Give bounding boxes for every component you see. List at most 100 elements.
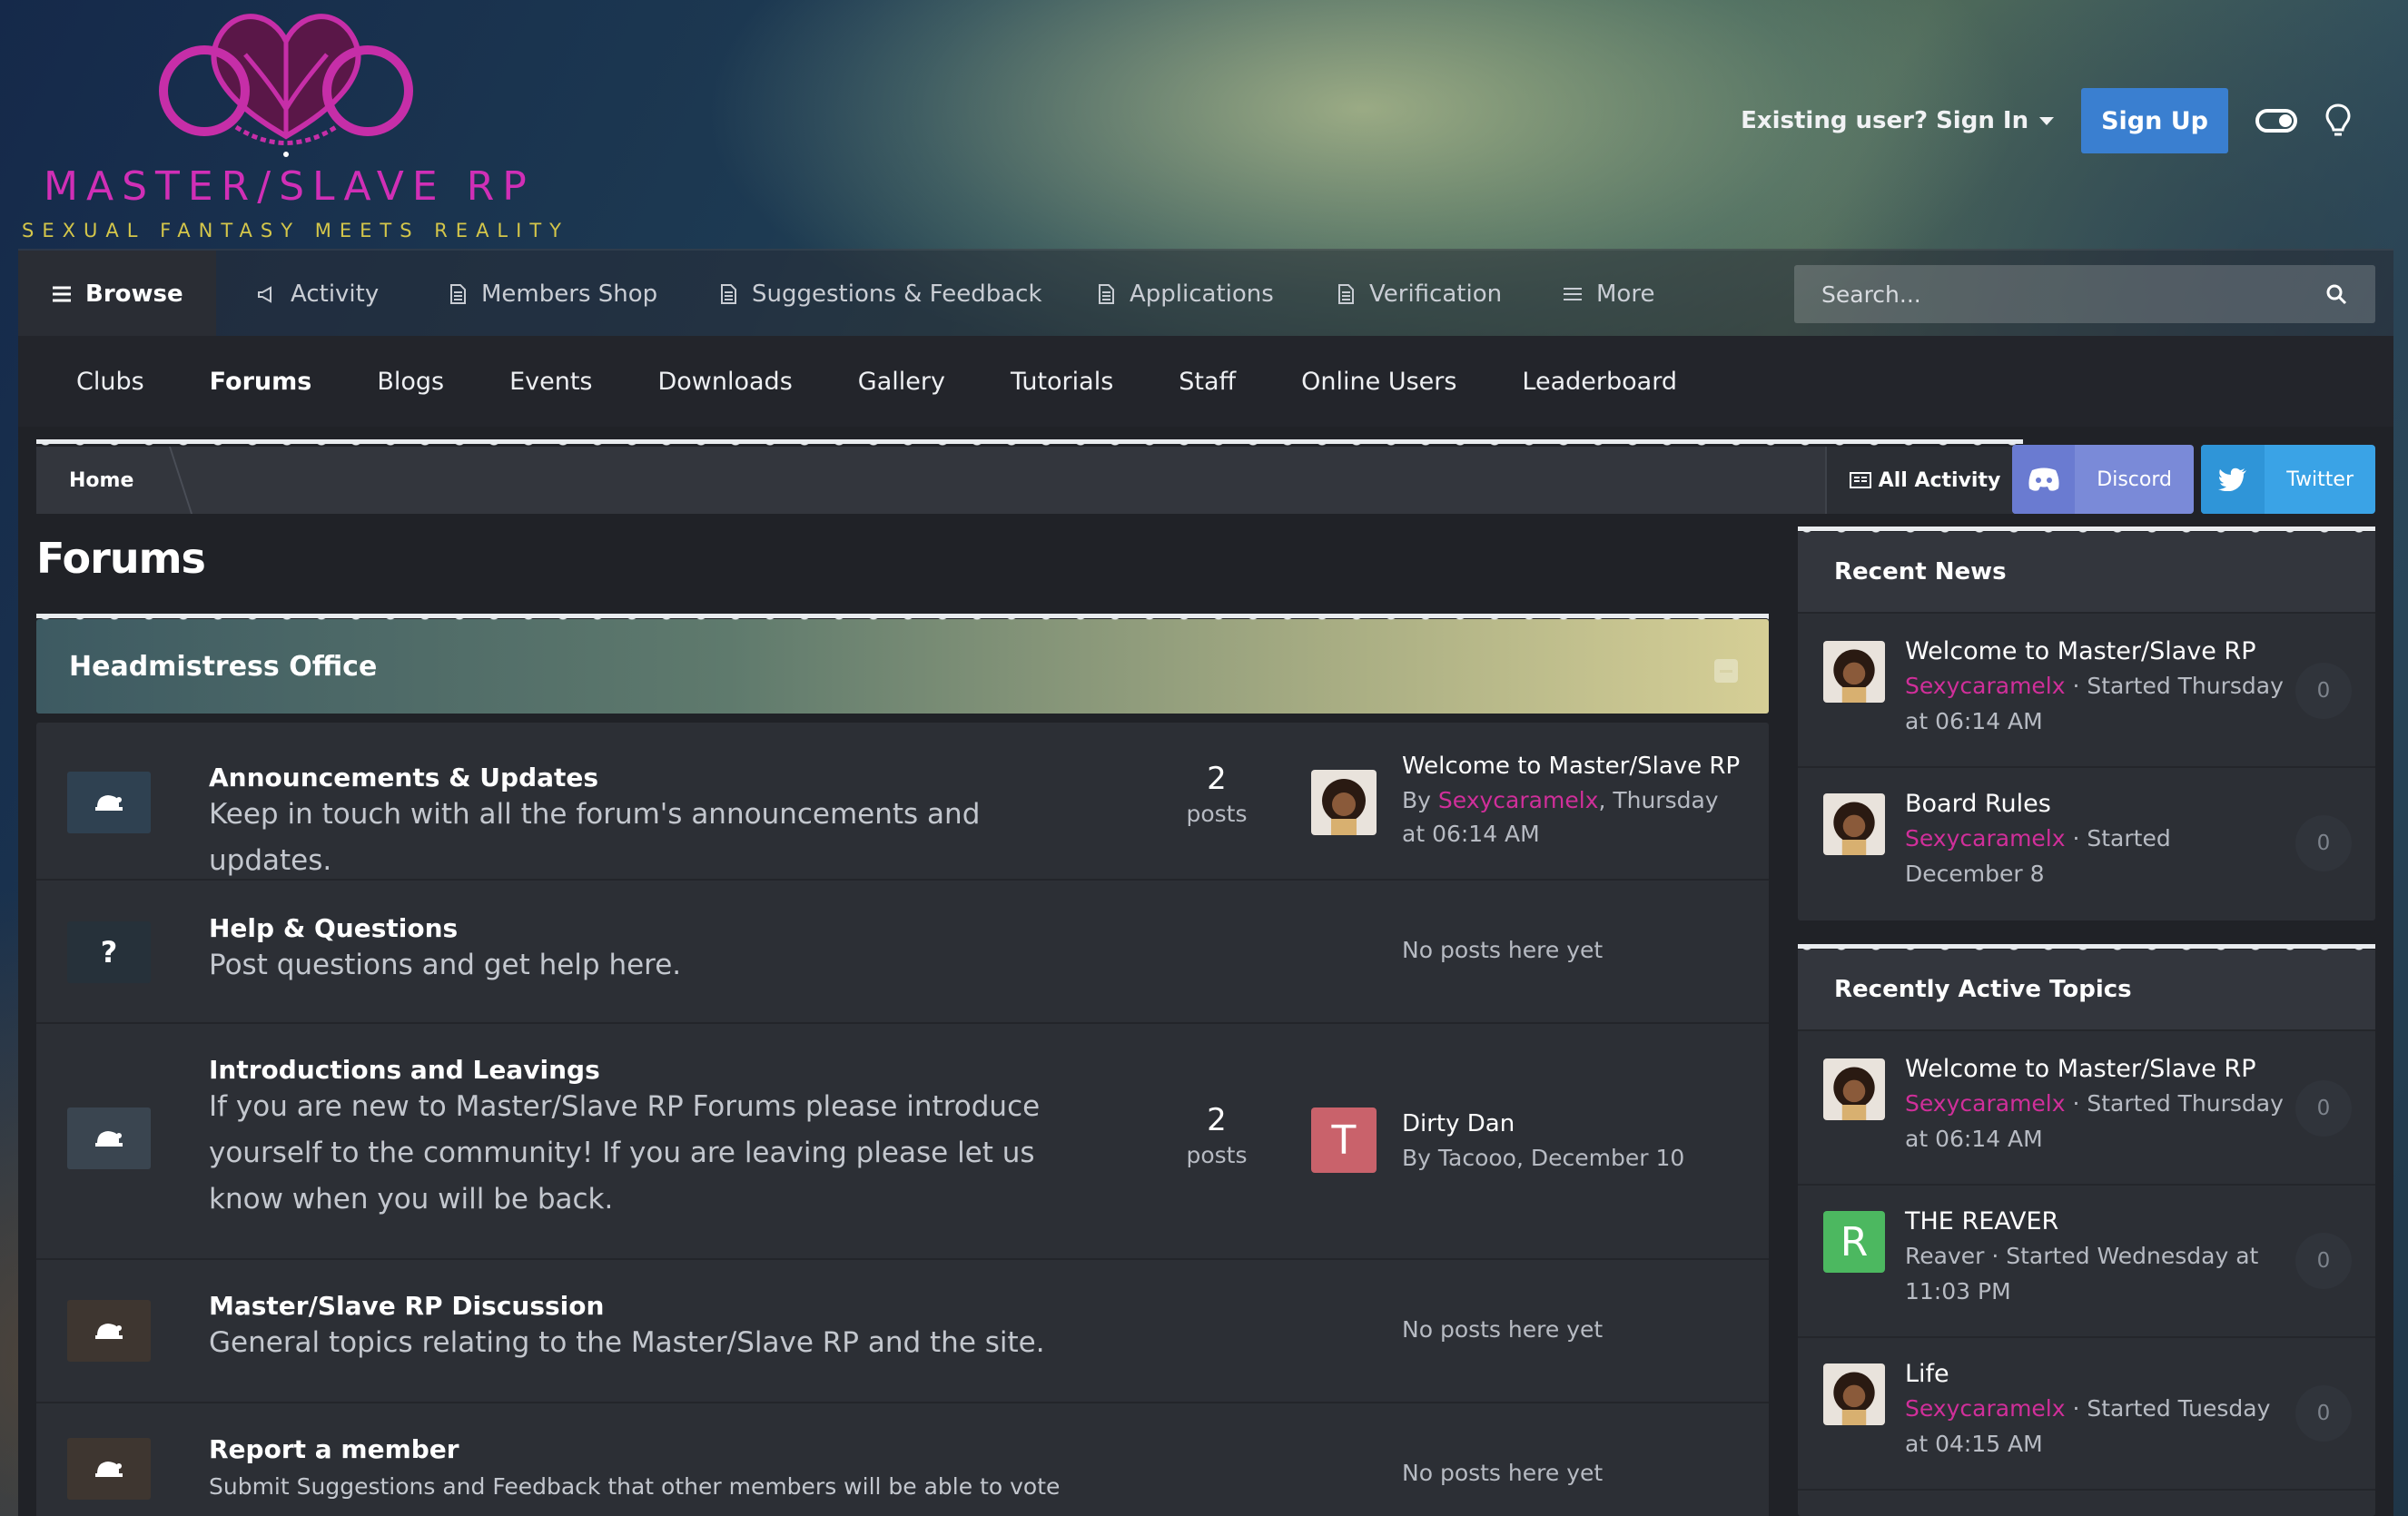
theme-toggle-icon[interactable]	[2255, 109, 2297, 133]
forum-row-discussion[interactable]: Master/Slave RP Discussion General topic…	[36, 1260, 1769, 1403]
avatar[interactable]: T	[1311, 1107, 1377, 1173]
discord-label: Discord	[2097, 468, 2172, 491]
page-title: Forums	[36, 534, 206, 583]
topic-meta: Sexycaramelx · Started December 8	[1905, 821, 2177, 891]
document-icon	[1338, 284, 1354, 304]
topic-title[interactable]: Board Rules	[1905, 790, 2051, 818]
topic-author[interactable]: Sexycaramelx	[1905, 825, 2066, 852]
forum-title[interactable]: Report a member	[209, 1434, 459, 1464]
last-post-title[interactable]: Welcome to Master/Slave RP	[1402, 750, 1747, 783]
last-post-by: By	[1402, 787, 1431, 813]
forum-title[interactable]: Introductions and Leavings	[209, 1055, 600, 1085]
topic-author[interactable]: Sexycaramelx	[1905, 1090, 2066, 1117]
last-post-by: By Tacooo, December 10	[1402, 1145, 1685, 1171]
topic-author[interactable]: Sexycaramelx	[1905, 673, 2066, 699]
subnav-online-users[interactable]: Online Users	[1268, 368, 1489, 396]
menu-icon	[53, 286, 71, 302]
search-icon[interactable]	[2324, 282, 2348, 306]
forum-title[interactable]: Help & Questions	[209, 913, 458, 943]
list-item[interactable]: Board Rules Sexycaramelx · Started Decem…	[1798, 768, 2375, 920]
activity-feed-icon	[1849, 472, 1871, 488]
post-count-label: posts	[1186, 1142, 1248, 1168]
sign-up-button[interactable]: Sign Up	[2081, 88, 2228, 153]
forum-row-report[interactable]: Report a member Submit Suggestions and F…	[36, 1403, 1769, 1516]
avatar[interactable]	[1823, 1058, 1885, 1120]
nav-applications[interactable]: Applications	[1095, 251, 1274, 338]
nav-members-shop[interactable]: Members Shop	[447, 251, 657, 338]
breadcrumb-separator-icon	[143, 447, 193, 514]
nav-suggestions-feedback[interactable]: Suggestions & Feedback	[717, 251, 1042, 338]
nav-browse[interactable]: Browse	[18, 251, 216, 338]
avatar[interactable]	[1823, 793, 1885, 855]
topic-title[interactable]: THE REAVER	[1905, 1207, 2058, 1235]
subnav-leaderboard[interactable]: Leaderboard	[1489, 368, 1710, 396]
all-activity-label: All Activity	[1878, 468, 2001, 492]
topic-meta: Sexycaramelx · Started Thursday at 06:14…	[1905, 668, 2286, 739]
nav-verification-label: Verification	[1369, 281, 1503, 308]
topic-title[interactable]: Welcome to Master/Slave RP	[1905, 1055, 2255, 1083]
nav-suggestions-label: Suggestions & Feedback	[752, 281, 1042, 308]
last-post-info: Dirty Dan By Tacooo, December 10	[1402, 1107, 1747, 1175]
subnav-events[interactable]: Events	[477, 368, 625, 396]
last-post-title[interactable]: Dirty Dan	[1402, 1107, 1747, 1141]
subnav-blogs[interactable]: Blogs	[344, 368, 477, 396]
list-item[interactable]: R THE REAVER Reaver · Started Wednesday …	[1798, 1186, 2375, 1338]
subnav-clubs[interactable]: Clubs	[18, 368, 177, 396]
twitter-button[interactable]: Twitter	[2201, 445, 2375, 514]
subnav-staff[interactable]: Staff	[1146, 368, 1268, 396]
subnav-forums[interactable]: Forums	[177, 368, 345, 396]
no-posts-text: No posts here yet	[1402, 1316, 1604, 1343]
forum-title[interactable]: Master/Slave RP Discussion	[209, 1291, 604, 1321]
forum-list: Announcements & Updates Keep in touch wi…	[36, 723, 1769, 1516]
subnav-gallery[interactable]: Gallery	[825, 368, 978, 396]
sign-in-link[interactable]: Existing user? Sign In	[1741, 107, 2055, 134]
last-post-author[interactable]: Sexycaramelx	[1438, 787, 1599, 813]
lightbulb-icon[interactable]	[2324, 103, 2352, 139]
discord-button[interactable]: Discord	[2012, 445, 2194, 514]
forum-row-help[interactable]: ? Help & Questions Post questions and ge…	[36, 881, 1769, 1024]
breadcrumb-home[interactable]: Home	[69, 447, 133, 514]
reply-count-badge: 0	[2295, 1233, 2352, 1289]
chevron-down-icon	[2039, 116, 2055, 125]
breadcrumb: Home All Activity	[36, 439, 2023, 514]
logo-tagline: SEXUAL FANTASY MEETS REALITY	[22, 220, 569, 241]
nav-verification[interactable]: Verification	[1335, 251, 1502, 338]
category-title[interactable]: Headmistress Office	[69, 619, 377, 714]
site-logo[interactable]: MASTER/SLAVE RP SEXUAL FANTASY MEETS REA…	[18, 0, 561, 247]
forum-row-introductions[interactable]: Introductions and Leavings If you are ne…	[36, 1024, 1769, 1260]
reply-count-badge: 0	[2295, 815, 2352, 871]
topic-title[interactable]: Life	[1905, 1360, 1949, 1388]
forum-row-announcements[interactable]: Announcements & Updates Keep in touch wi…	[36, 723, 1769, 881]
nav-members-shop-label: Members Shop	[481, 281, 658, 308]
list-item[interactable]: Welcome to Master/Slave RP Sexycaramelx …	[1798, 615, 2375, 768]
list-item[interactable]: Welcome to Master/Slave RP Sexycaramelx …	[1798, 1033, 2375, 1186]
torn-edge-decoration	[36, 439, 2023, 452]
list-item[interactable]: Life Sexycaramelx · Started Tuesday at 0…	[1798, 1338, 2375, 1491]
post-count: 2 posts	[1171, 761, 1262, 827]
nav-more[interactable]: More	[1562, 251, 1654, 338]
widget-title: Recently Active Topics	[1798, 950, 2375, 1031]
all-activity-link[interactable]: All Activity	[1825, 447, 2023, 514]
post-count: 2 posts	[1171, 1102, 1262, 1168]
avatar[interactable]	[1823, 641, 1885, 703]
avatar[interactable]	[1823, 1363, 1885, 1425]
avatar[interactable]: R	[1823, 1211, 1885, 1273]
forum-bubble-icon	[67, 1438, 151, 1500]
search-placeholder: Search...	[1821, 281, 1921, 308]
discord-icon	[2012, 445, 2076, 514]
search-input[interactable]: Search...	[1794, 265, 2375, 323]
subnav-tutorials[interactable]: Tutorials	[978, 368, 1146, 396]
topic-author[interactable]: Sexycaramelx	[1905, 1395, 2066, 1422]
topic-title[interactable]: Welcome to Master/Slave RP	[1905, 637, 2255, 665]
main-content: Home All Activity Discord Twitter Forums…	[18, 427, 2393, 1516]
avatar[interactable]	[1311, 770, 1377, 835]
forum-bubble-icon	[67, 772, 151, 833]
topic-meta: Sexycaramelx · Started Tuesday at 04:15 …	[1905, 1391, 2286, 1462]
collapse-icon[interactable]	[1714, 659, 1738, 683]
torn-edge-decoration	[1798, 944, 2375, 957]
forum-title[interactable]: Announcements & Updates	[209, 763, 598, 792]
subnav-downloads[interactable]: Downloads	[625, 368, 824, 396]
reply-count-badge: 0	[2295, 1385, 2352, 1442]
document-icon	[721, 284, 736, 304]
nav-activity[interactable]: Activity	[256, 251, 379, 338]
